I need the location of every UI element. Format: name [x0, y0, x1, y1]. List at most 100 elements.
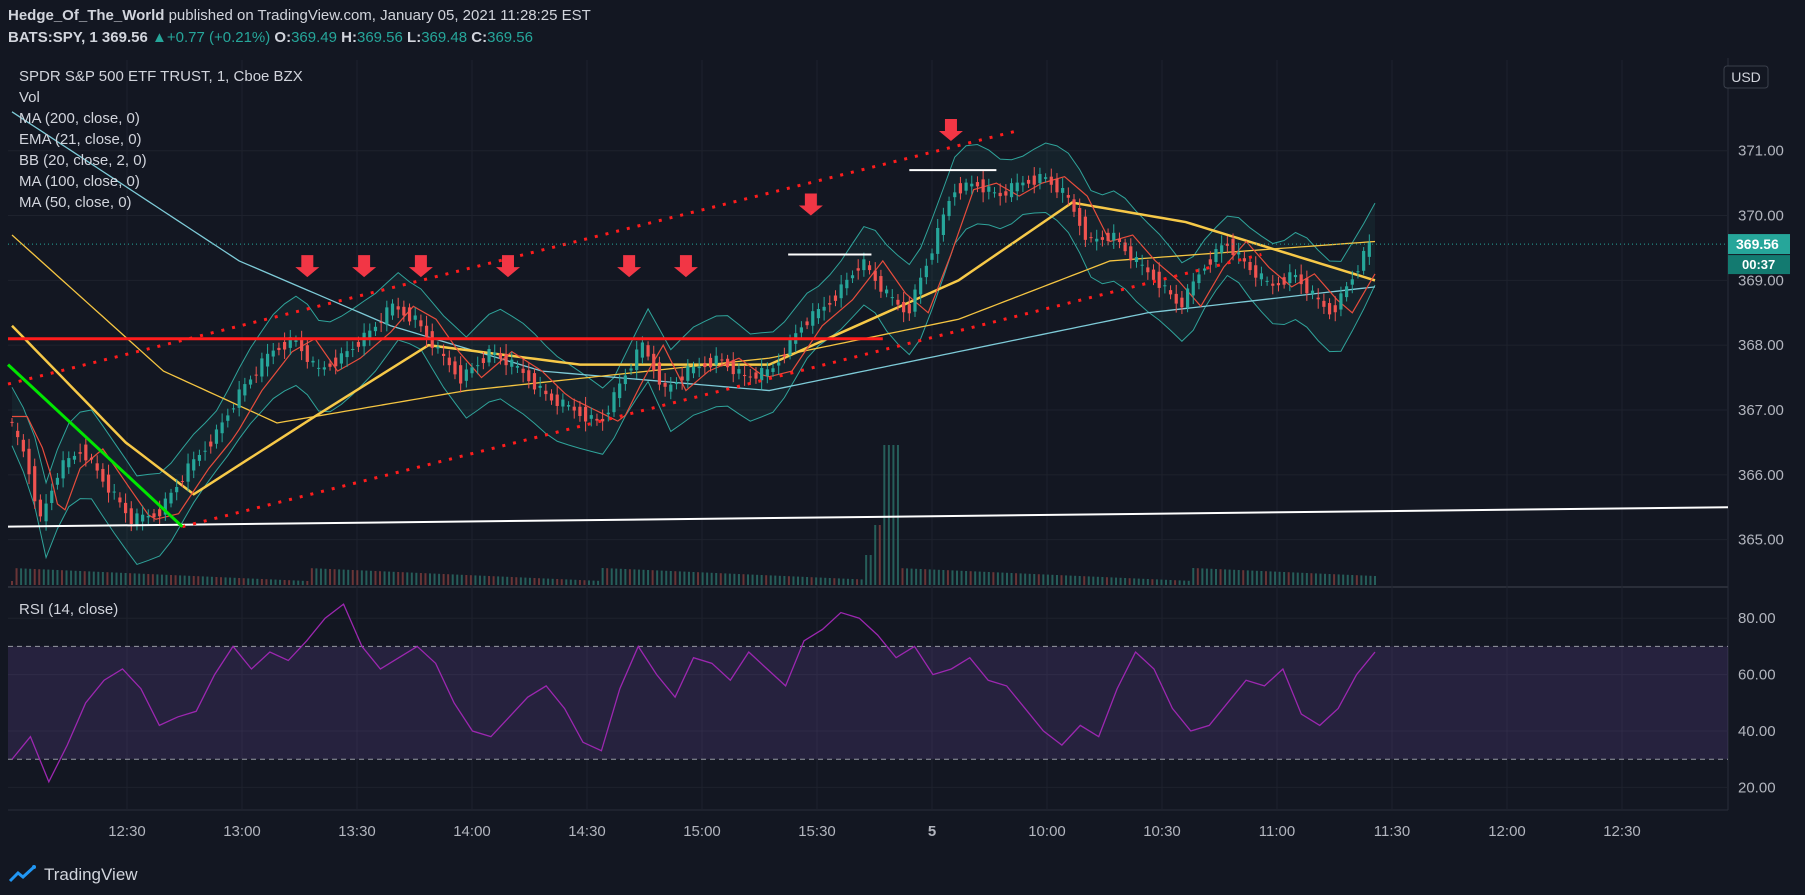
candle-body: [493, 352, 497, 355]
volume-bar: [1155, 579, 1158, 585]
volume-bar: [170, 575, 173, 585]
volume-bar: [933, 569, 936, 585]
volume-bar: [987, 572, 990, 585]
candle-body: [538, 385, 542, 388]
volume-bar: [20, 568, 23, 585]
volume-bar: [628, 569, 631, 585]
volume-bar: [869, 555, 872, 585]
volume-bar: [951, 570, 954, 585]
candle-body: [146, 516, 150, 518]
candle-body: [1089, 237, 1093, 239]
volume-bar: [824, 577, 827, 585]
volume-bar: [783, 576, 786, 585]
candle-body: [544, 390, 548, 395]
volume-bar: [1174, 580, 1177, 585]
volume-bar: [428, 573, 431, 585]
candle-body: [1044, 177, 1048, 179]
candle-body: [487, 348, 491, 363]
candle-body: [231, 408, 236, 410]
volume-bar: [342, 569, 345, 585]
volume-bar: [728, 573, 731, 585]
candle-body: [1055, 178, 1059, 193]
price-tick-label: 367.00: [1738, 402, 1784, 419]
volume-bar: [915, 568, 918, 585]
rsi-label[interactable]: RSI (14, close): [19, 601, 118, 618]
volume-bar: [83, 571, 86, 585]
candle-body: [924, 265, 928, 278]
volume-bar: [887, 445, 890, 585]
candle-body: [618, 383, 622, 399]
volume-bar: [792, 576, 795, 585]
tradingview-footer[interactable]: TradingView: [8, 865, 138, 885]
volume-bar: [842, 578, 845, 585]
candle-body: [1203, 268, 1207, 271]
volume-bar: [501, 576, 504, 585]
price-tick-label: 370.00: [1738, 208, 1784, 225]
candle-body: [265, 353, 270, 367]
candle-body: [1174, 293, 1178, 304]
volume-bar: [1314, 573, 1317, 585]
candle-body: [390, 303, 395, 316]
volume-bar: [151, 574, 154, 585]
candle-body: [555, 394, 559, 406]
candle-body: [21, 439, 25, 452]
candle-body: [248, 379, 253, 385]
candle-body: [1237, 252, 1241, 255]
candle-body: [947, 200, 951, 217]
candle-body: [476, 365, 480, 367]
candle-body: [1265, 280, 1269, 282]
volume-bar: [556, 579, 559, 585]
volume-bar: [778, 575, 781, 585]
volume-bar: [251, 578, 254, 585]
volume-bar: [1255, 570, 1258, 585]
price-tick-label: 365.00: [1738, 532, 1784, 549]
legend-item[interactable]: MA (200, close, 0): [19, 110, 140, 127]
candle-body: [33, 466, 37, 502]
volume-bar: [174, 575, 177, 585]
legend-item[interactable]: EMA (21, close, 0): [19, 131, 142, 148]
candle-body: [197, 454, 202, 461]
candle-body: [743, 375, 747, 377]
volume-bar: [1083, 576, 1086, 585]
rsi-band: [8, 646, 1728, 760]
candle-body: [680, 376, 684, 381]
volume-bar: [433, 573, 436, 585]
legend-item[interactable]: MA (50, close, 0): [19, 194, 132, 211]
volume-bar: [56, 570, 59, 585]
volume-bar: [819, 577, 822, 585]
candle-body: [1208, 259, 1212, 265]
volume-bar: [365, 570, 368, 585]
candle-body: [998, 192, 1002, 197]
volume-bar: [610, 568, 613, 585]
volume-bar: [183, 575, 186, 585]
volume-bar: [338, 569, 341, 585]
volume-bar: [1101, 577, 1104, 585]
candle-body: [964, 182, 968, 191]
candle-body: [992, 192, 997, 194]
candle-body: [1350, 279, 1354, 285]
legend-item[interactable]: SPDR S&P 500 ETF TRUST, 1, Cboe BZX: [19, 68, 303, 85]
volume-bar: [1196, 568, 1199, 585]
volume-bar: [374, 571, 377, 585]
volume-bar: [942, 570, 945, 585]
legend-item[interactable]: BB (20, close, 2, 0): [19, 152, 147, 169]
candle-body: [782, 354, 786, 357]
candle-body: [975, 182, 980, 187]
volume-bar: [456, 574, 459, 585]
volume-bar: [978, 571, 981, 585]
time-tick-label: 11:00: [1259, 823, 1295, 840]
candle-body: [1078, 207, 1082, 226]
volume-bar: [865, 555, 868, 585]
candle-body: [862, 259, 866, 271]
legend-item[interactable]: MA (100, close, 0): [19, 173, 140, 190]
candle-body: [504, 353, 508, 366]
legend-item[interactable]: Vol: [19, 89, 40, 106]
candle-body: [822, 306, 826, 311]
chart-canvas[interactable]: 12:30 13:00 13:30 14:00 14:30 15:00 15:30 5 10:0…: [0, 0, 1805, 848]
candle-body: [396, 306, 400, 310]
candle-body: [1345, 286, 1349, 298]
candle-body: [521, 368, 525, 373]
candle-body: [561, 399, 565, 407]
volume-bar: [924, 569, 927, 585]
candle-body: [1072, 199, 1076, 212]
